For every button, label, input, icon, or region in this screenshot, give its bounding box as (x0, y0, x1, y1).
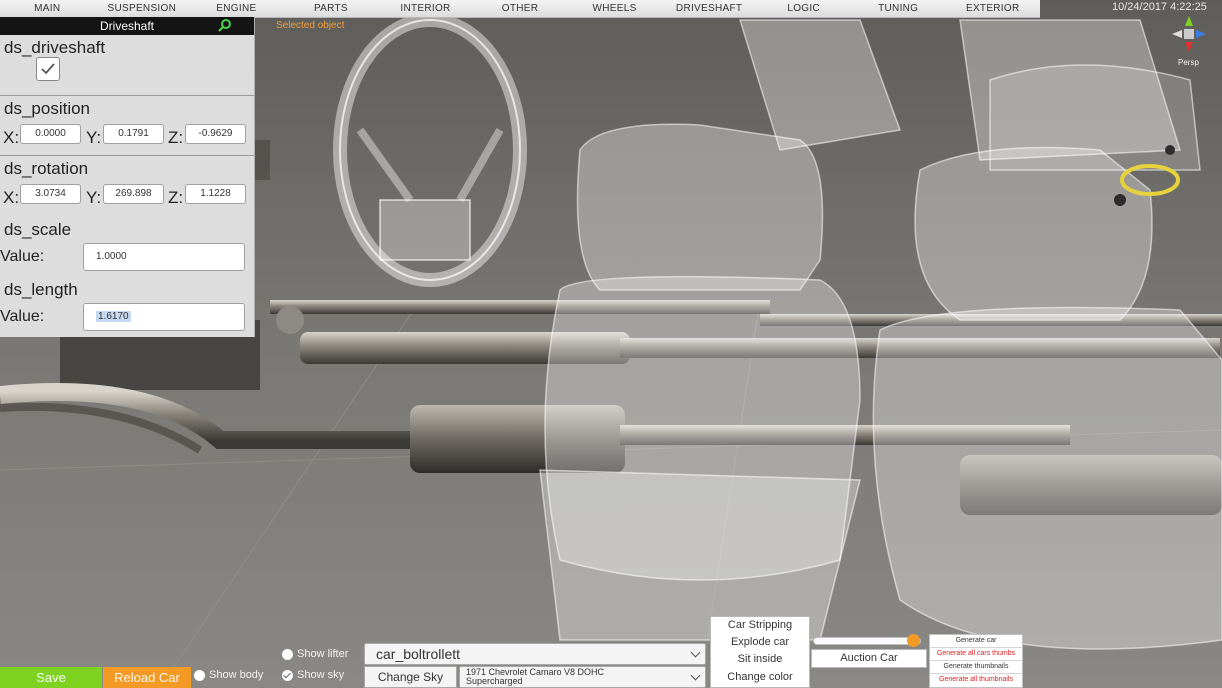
length-value-text: 1.6170 (96, 311, 131, 322)
menu-tuning[interactable]: TUNING (851, 0, 946, 17)
rotation-x-label: X: (3, 188, 20, 207)
z-axis-cone-icon (1196, 30, 1206, 38)
generate-menu: Generate car Generate all cars thumbs Ge… (929, 634, 1023, 688)
menu-driveshaft[interactable]: DRIVESHAFT (662, 0, 757, 17)
position-label: ds_position (4, 99, 91, 118)
menu-suspension[interactable]: SUSPENSION (95, 0, 190, 17)
sit-inside-button[interactable]: Sit inside (711, 653, 809, 665)
show-lifter-toggle[interactable]: Show lifter (282, 648, 348, 660)
show-body-toggle[interactable]: Show body (194, 669, 263, 681)
model-select-line2: Supercharged (466, 676, 523, 686)
scene-gizmo[interactable] (1168, 12, 1210, 56)
rotation-y-label: Y: (86, 188, 102, 207)
explode-car-button[interactable]: Explode car (711, 636, 809, 648)
car-select[interactable]: car_boltrollett (364, 643, 706, 665)
driveshaft-checkbox[interactable] (36, 57, 60, 81)
change-color-button[interactable]: Change color (711, 671, 809, 683)
save-button[interactable]: Save (0, 667, 102, 688)
x-neg-cone-icon (1172, 30, 1182, 38)
divider (0, 155, 254, 156)
inspector-panel: Driveshaft ds_driveshaft ds_position X: … (0, 17, 255, 337)
selected-object-label: Selected object (276, 20, 345, 31)
model-select[interactable]: 1971 Chevrolet Camaro V8 DOHC Supercharg… (459, 666, 706, 688)
chevron-down-icon (690, 647, 701, 658)
car-select-value: car_boltrollett (376, 646, 461, 662)
inspector-title: Driveshaft (99, 19, 155, 33)
length-value-label: Value: (0, 308, 45, 325)
rotation-y-field[interactable]: 269.898 (103, 184, 164, 204)
menu-other[interactable]: OTHER (473, 0, 568, 17)
driveshaft-label: ds_driveshaft (4, 38, 106, 57)
menu-wheels[interactable]: WHEELS (567, 0, 662, 17)
menu-engine[interactable]: ENGINE (189, 0, 284, 17)
reload-car-button[interactable]: Reload Car (103, 667, 191, 688)
y-axis-cone-icon (1185, 16, 1193, 26)
inspector-header: Driveshaft (0, 17, 254, 35)
position-z-label: Z: (168, 128, 184, 147)
generate-all-thumbnails-button[interactable]: Generate all thumbnails (930, 674, 1022, 687)
length-label: ds_length (4, 280, 78, 299)
scale-value-label: Value: (0, 248, 45, 265)
search-icon[interactable] (218, 18, 232, 32)
radio-icon (194, 669, 205, 681)
menu-parts[interactable]: PARTS (284, 0, 379, 17)
radio-icon (282, 648, 293, 660)
menu-exterior[interactable]: EXTERIOR (945, 0, 1040, 17)
rotation-z-field[interactable]: 1.1228 (185, 184, 246, 204)
rotation-z-label: Z: (168, 188, 184, 207)
checkmark-icon (41, 63, 55, 75)
position-z-field[interactable]: -0.9629 (185, 124, 246, 144)
gizmo-label: Persp (1178, 58, 1199, 67)
generate-all-cars-thumbs-button[interactable]: Generate all cars thumbs (930, 648, 1022, 661)
car-actions-menu: Car Stripping Explode car Sit inside Cha… (710, 616, 810, 688)
divider (0, 95, 254, 96)
top-menu: MAIN SUSPENSION ENGINE PARTS INTERIOR OT… (0, 0, 1040, 18)
car-stripping-button[interactable]: Car Stripping (711, 619, 809, 631)
position-y-field[interactable]: 0.1791 (103, 124, 164, 144)
menu-interior[interactable]: INTERIOR (378, 0, 473, 17)
menu-main[interactable]: MAIN (0, 0, 95, 17)
generate-car-button[interactable]: Generate car (930, 635, 1022, 648)
rotation-x-field[interactable]: 3.0734 (20, 184, 81, 204)
slider-handle[interactable] (907, 634, 920, 647)
generate-thumbnails-button[interactable]: Generate thumbnails (930, 661, 1022, 674)
position-x-field[interactable]: 0.0000 (20, 124, 81, 144)
change-sky-button[interactable]: Change Sky (364, 666, 457, 688)
x-axis-cone-icon (1185, 42, 1193, 52)
auction-car-button[interactable]: Auction Car (811, 649, 927, 668)
check-icon (282, 669, 293, 681)
scale-value-field[interactable]: 1.0000 (83, 243, 245, 271)
show-body-label: Show body (209, 669, 264, 681)
position-y-label: Y: (86, 128, 102, 147)
rotation-label: ds_rotation (4, 159, 89, 178)
length-value-field[interactable]: 1.6170 (83, 303, 245, 331)
menu-logic[interactable]: LOGIC (756, 0, 851, 17)
show-sky-label: Show sky (297, 669, 345, 681)
show-lifter-label: Show lifter (297, 648, 349, 660)
scale-label: ds_scale (4, 220, 72, 239)
slider-track[interactable] (813, 637, 921, 645)
position-x-label: X: (3, 128, 20, 147)
show-sky-toggle[interactable]: Show sky (282, 669, 344, 681)
